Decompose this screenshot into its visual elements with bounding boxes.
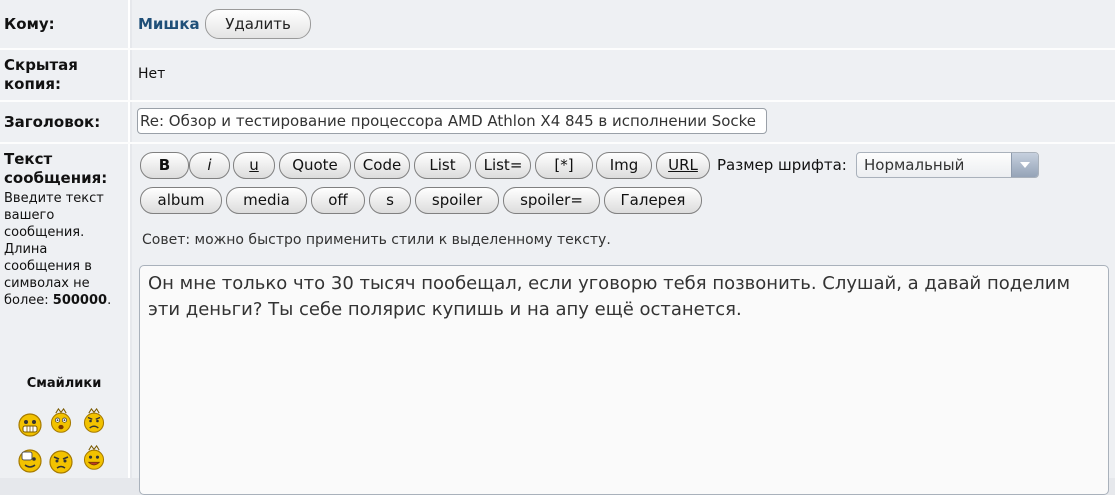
message-hint: Введите текст вашего сообщения. Длина со… (4, 191, 104, 308)
remove-recipient-button[interactable]: Удалить (205, 9, 311, 39)
salute-smiley-icon[interactable] (17, 448, 43, 474)
chevron-down-icon[interactable] (1011, 153, 1038, 177)
spoiler-button[interactable]: spoiler (415, 187, 499, 214)
bcc-value: Нет (138, 66, 166, 82)
media-button[interactable]: media (226, 187, 307, 214)
to-label: Кому: (0, 0, 130, 48)
underline-button[interactable]: u (233, 152, 275, 179)
gallery-button[interactable]: Галерея (604, 187, 702, 214)
spoiler-param-button[interactable]: spoiler= (503, 187, 600, 214)
smilies-title: Смайлики (26, 376, 102, 391)
list-button[interactable]: List (414, 152, 471, 179)
formatting-tip: Совет: можно быстро применить стили к вы… (142, 232, 611, 248)
image-button[interactable]: Img (596, 152, 652, 179)
album-button[interactable]: album (140, 187, 222, 214)
list-item-button[interactable]: [*] (535, 152, 593, 179)
bold-button[interactable]: B (140, 152, 189, 179)
message-textarea[interactable]: Он мне только что 30 тысяч пообещал, есл… (139, 265, 1109, 495)
italic-button[interactable]: i (189, 152, 230, 179)
message-label: Текст сообщения: (4, 150, 108, 187)
angry-smiley-icon[interactable] (81, 408, 107, 434)
tongue-smiley-icon[interactable] (81, 445, 107, 471)
quote-button[interactable]: Quote (279, 152, 351, 179)
recipient-link[interactable]: Мишка (138, 15, 200, 33)
max-length-value: 500000 (52, 293, 108, 308)
numbered-list-button[interactable]: List= (475, 152, 531, 179)
off-button[interactable]: off (311, 187, 365, 214)
subject-label: Заголовок: (0, 102, 130, 142)
font-size-select[interactable]: Нормальный (856, 152, 1039, 178)
font-size-selected: Нормальный (864, 156, 965, 174)
font-size-label: Размер шрифта: (717, 156, 847, 174)
bcc-row: Скрытая копия: Нет (0, 50, 1115, 100)
frown-smiley-icon[interactable] (48, 449, 74, 475)
to-row: Кому: Мишка Удалить (0, 0, 1115, 48)
shock-smiley-icon[interactable] (48, 408, 74, 434)
code-button[interactable]: Code (354, 152, 410, 179)
bcc-label: Скрытая копия: (0, 50, 130, 100)
subject-input[interactable]: Re: Обзор и тестирование процессора AMD … (137, 108, 767, 134)
strike-button[interactable]: s (369, 187, 411, 214)
url-button[interactable]: URL (656, 152, 710, 179)
grin-smiley-icon[interactable] (17, 412, 43, 438)
